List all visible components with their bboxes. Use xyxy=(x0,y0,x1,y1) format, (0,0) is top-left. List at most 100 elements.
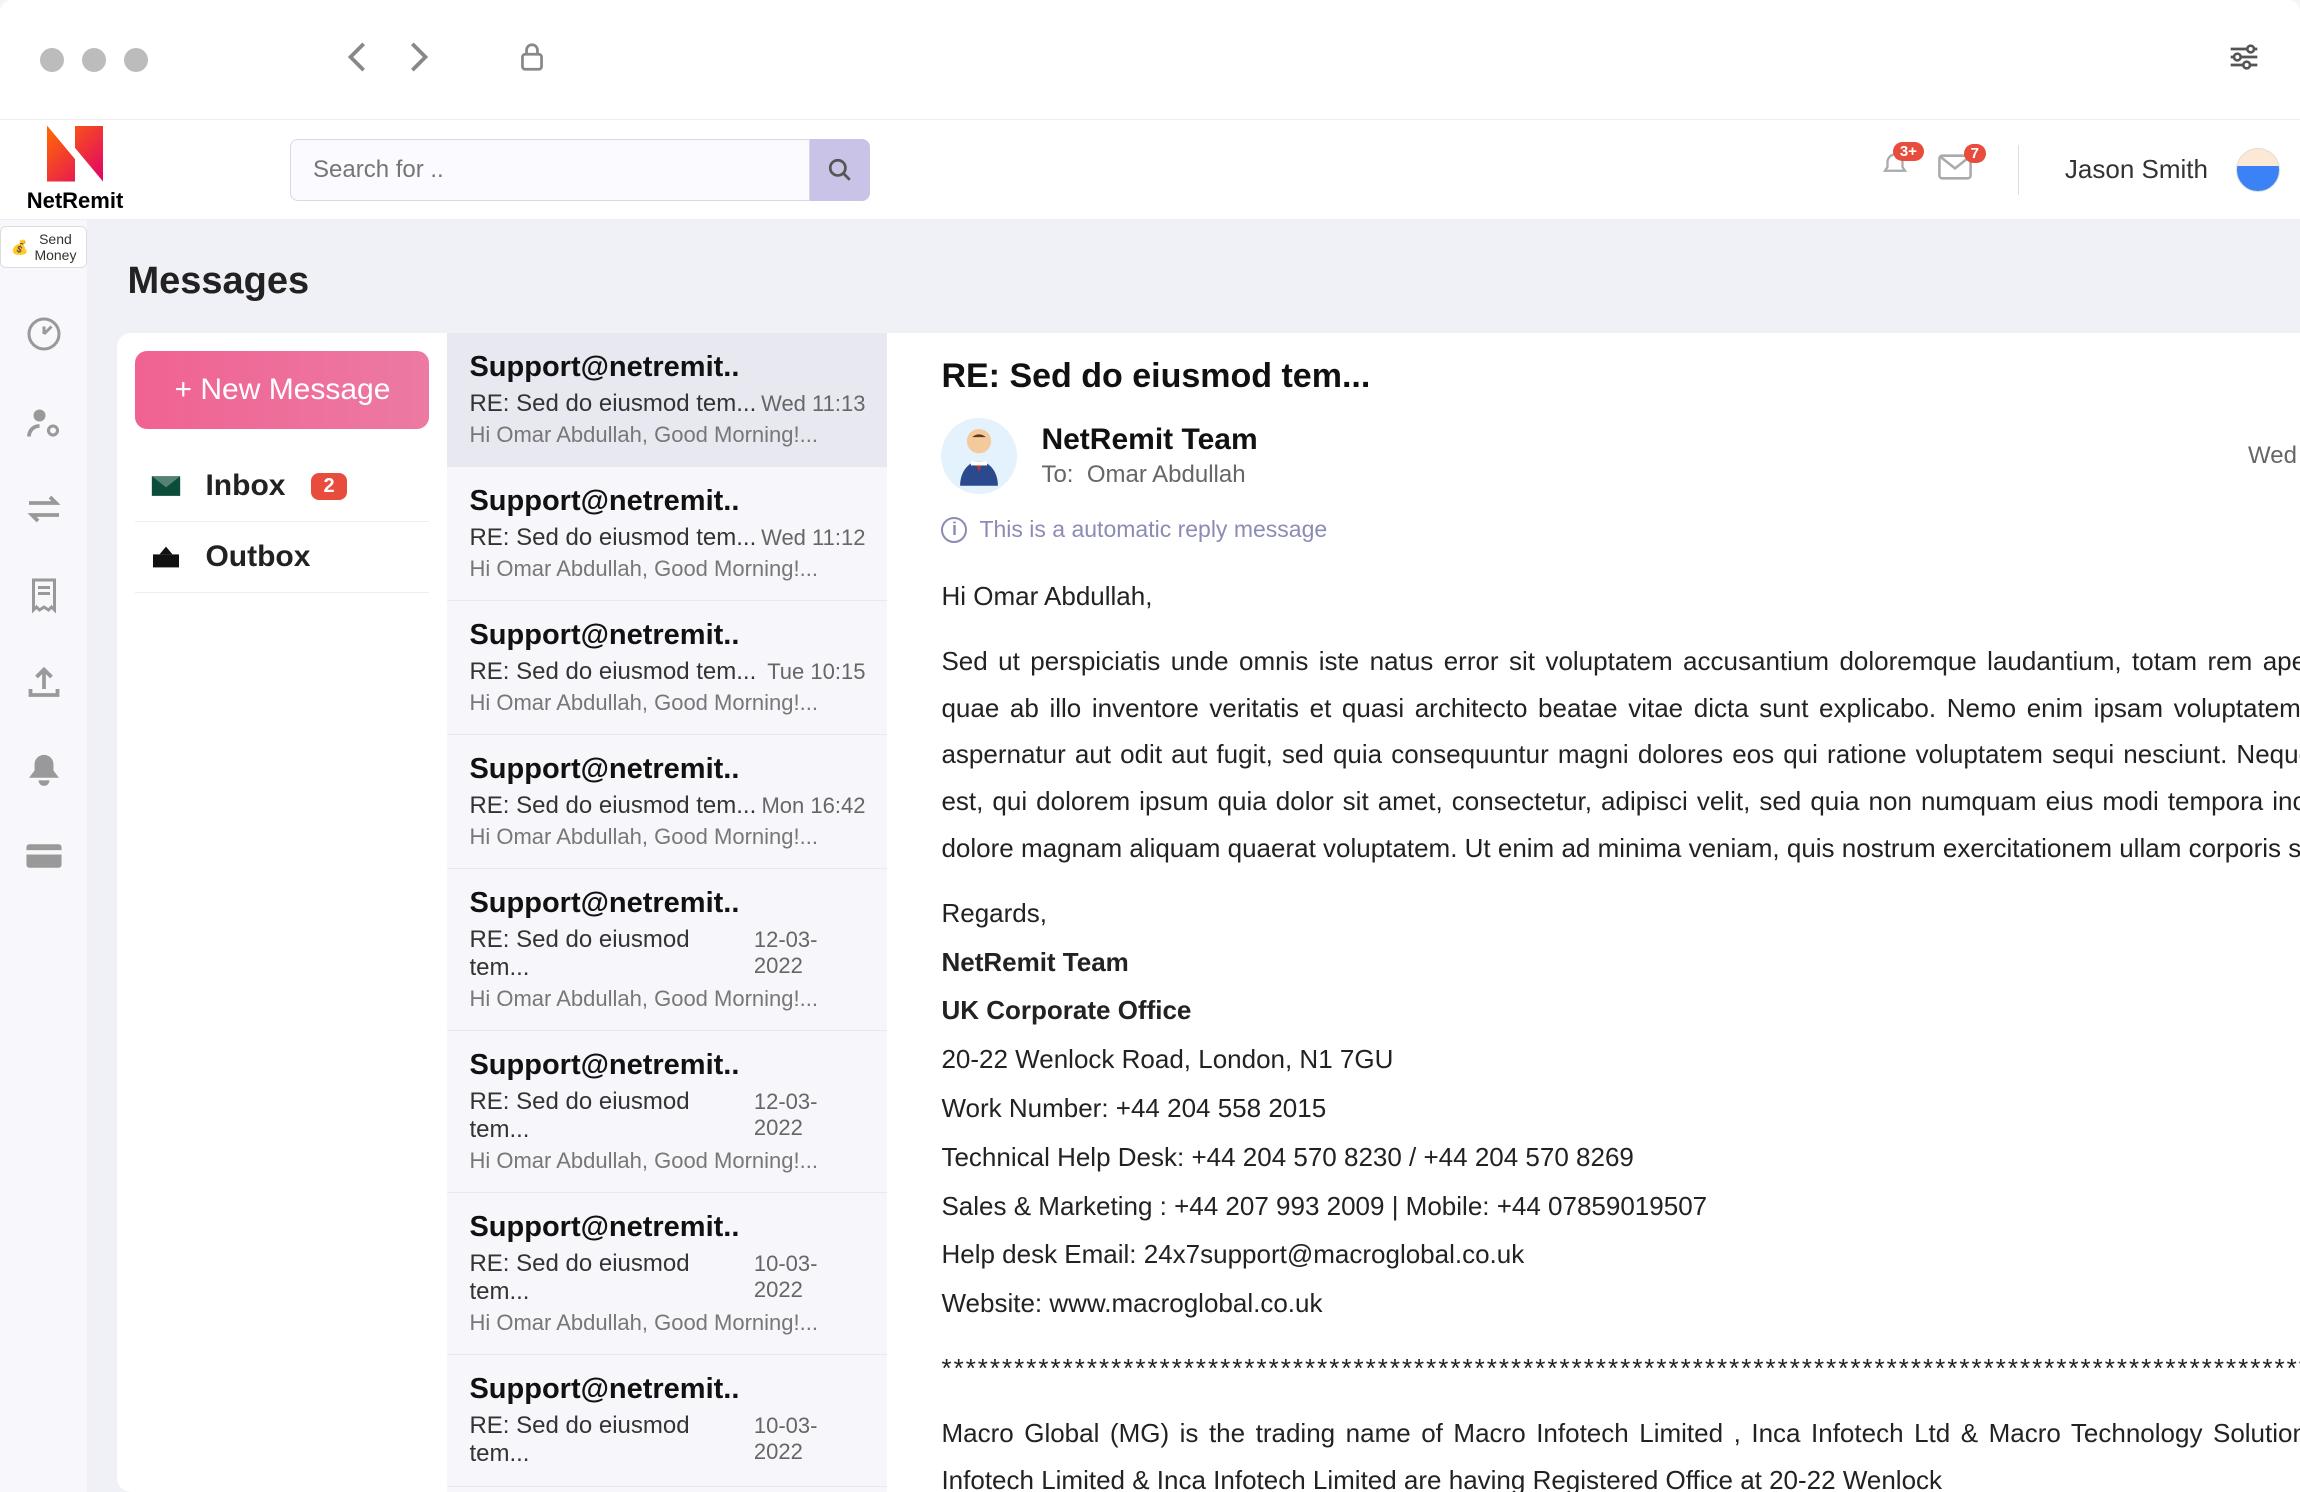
body-text: Sed ut perspiciatis unde omnis iste natu… xyxy=(941,638,2300,872)
avatar[interactable] xyxy=(2236,148,2280,192)
dashboard-icon[interactable] xyxy=(26,316,62,357)
msg-subject: RE: Sed do eiusmod tem... xyxy=(469,926,753,982)
footer-disclaimer: Macro Global (MG) is the trading name of… xyxy=(941,1410,2300,1492)
user-settings-icon[interactable] xyxy=(26,405,62,446)
receipt-icon[interactable] xyxy=(29,577,59,618)
sender-avatar-icon xyxy=(941,418,1017,494)
logo-text: NetRemit xyxy=(27,188,124,214)
msg-time: Tue 10:15 xyxy=(767,659,865,685)
msg-time: Wed 11:13 xyxy=(761,391,865,417)
msg-time: 10-03-2022 xyxy=(754,1413,866,1465)
logo[interactable]: NetRemit xyxy=(0,126,150,214)
office-title: UK Corporate Office xyxy=(941,987,2300,1034)
nav-back-icon[interactable] xyxy=(348,42,368,77)
lock-icon xyxy=(518,42,546,77)
outbox-icon xyxy=(149,544,183,570)
send-money-button[interactable]: 💰 Send Money xyxy=(0,226,87,268)
window-dot[interactable] xyxy=(40,48,64,72)
new-message-button[interactable]: + New Message xyxy=(135,351,429,429)
msg-time: Wed 11:12 xyxy=(761,525,865,551)
msg-subject: RE: Sed do eiusmod tem... xyxy=(469,658,756,686)
messages-panel: + New Message Inbox 2 Outbox Support@net… xyxy=(117,333,2300,1492)
msg-from: Support@netremit.. xyxy=(469,485,865,518)
outbox-label: Outbox xyxy=(205,540,310,574)
msg-subject: RE: Sed do eiusmod tem... xyxy=(469,792,756,820)
titlebar xyxy=(0,0,2300,120)
work-number: Work Number: +44 204 558 2015 xyxy=(941,1085,2300,1132)
logo-icon xyxy=(47,126,103,182)
recipient-name: Omar Abdullah xyxy=(1087,461,1246,488)
notifications-count: 3+ xyxy=(1893,142,1924,161)
message-item[interactable]: Support@netremit.. RE: Sed do eiusmod tem… xyxy=(447,1193,887,1355)
folder-inbox[interactable]: Inbox 2 xyxy=(135,451,429,522)
bell-icon[interactable] xyxy=(28,753,60,794)
msg-from: Support@netremit.. xyxy=(469,351,865,384)
window-dot[interactable] xyxy=(124,48,148,72)
msg-preview: Hi Omar Abdullah, Good Morning!... xyxy=(469,690,865,716)
sender-name: NetRemit Team xyxy=(1041,423,2224,457)
msg-from: Support@netremit.. xyxy=(469,1373,865,1406)
body-regards: Regards, xyxy=(941,890,2300,937)
message-item[interactable]: Support@netremit.. RE: Sed do eiusmod tem… xyxy=(447,1355,887,1487)
sales-contact: Sales & Marketing : +44 207 993 2009 | M… xyxy=(941,1183,2300,1230)
msg-preview: Hi Omar Abdullah, Good Morning!... xyxy=(469,422,865,448)
message-item[interactable]: Support@netremit.. RE: Sed do eiusmod tem… xyxy=(447,869,887,1031)
msg-time: 12-03-2022 xyxy=(754,1089,866,1141)
folder-pane: + New Message Inbox 2 Outbox xyxy=(117,333,447,1492)
search-icon xyxy=(827,157,853,183)
inbox-icon xyxy=(149,473,183,499)
transfer-icon[interactable] xyxy=(26,494,62,529)
inbox-count: 2 xyxy=(311,473,346,500)
msg-from: Support@netremit.. xyxy=(469,619,865,652)
message-reader: RE: Sed do eiusmod tem... NetRemit Team … xyxy=(887,333,2300,1492)
msg-from: Support@netremit.. xyxy=(469,1211,865,1244)
message-item[interactable]: Support@netremit.. RE: Sed do eiusmod tem… xyxy=(447,467,887,601)
msg-preview: Hi Omar Abdullah, Good Morning!... xyxy=(469,556,865,582)
message-item[interactable]: Support@netremit.. RE: Sed do eiusmod tem… xyxy=(447,333,887,467)
msg-subject: RE: Sed do eiusmod tem... xyxy=(469,1250,753,1306)
website: Website: www.macroglobal.co.uk xyxy=(941,1280,2300,1327)
settings-sliders-icon[interactable] xyxy=(2228,44,2260,75)
msg-time: Mon 16:42 xyxy=(761,793,865,819)
msg-preview: Hi Omar Abdullah, Good Morning!... xyxy=(469,1148,865,1174)
reader-subject: RE: Sed do eiusmod tem... xyxy=(941,357,2300,396)
search-button[interactable] xyxy=(810,139,870,201)
msg-from: Support@netremit.. xyxy=(469,753,865,786)
folder-outbox[interactable]: Outbox xyxy=(135,522,429,593)
card-icon[interactable] xyxy=(25,842,63,875)
msg-subject: RE: Sed do eiusmod tem... xyxy=(469,1412,753,1468)
inbox-label: Inbox xyxy=(205,469,285,503)
window-dot[interactable] xyxy=(82,48,106,72)
msg-subject: RE: Sed do eiusmod tem... xyxy=(469,1088,753,1144)
body-greeting: Hi Omar Abdullah, xyxy=(941,573,2300,620)
app-header: NetRemit 3+ 7 Jason Smith xyxy=(0,120,2300,220)
divider xyxy=(2018,145,2019,195)
msg-preview: Hi Omar Abdullah, Good Morning!... xyxy=(469,986,865,1012)
message-item[interactable]: Support@netremit.. RE: Sed do eiusmod tem… xyxy=(447,601,887,735)
msg-time: 10-03-2022 xyxy=(754,1251,866,1303)
tech-desk: Technical Help Desk: +44 204 570 8230 / … xyxy=(941,1134,2300,1181)
msg-from: Support@netremit.. xyxy=(469,887,865,920)
notifications-bell-icon[interactable]: 3+ xyxy=(1880,152,1910,187)
msg-preview: Hi Omar Abdullah, Good Morning!... xyxy=(469,824,865,850)
message-item[interactable]: Support@netremit.. RE: Sed do eiusmod tem… xyxy=(447,1031,887,1193)
msg-preview: Hi Omar Abdullah, Good Morning!... xyxy=(469,1310,865,1336)
mail-icon[interactable]: 7 xyxy=(1938,154,1972,185)
msg-subject: RE: Sed do eiusmod tem... xyxy=(469,524,756,552)
message-list[interactable]: Support@netremit.. RE: Sed do eiusmod tem… xyxy=(447,333,887,1492)
upload-icon[interactable] xyxy=(26,666,62,705)
office-address: 20-22 Wenlock Road, London, N1 7GU xyxy=(941,1036,2300,1083)
sidebar: 💰 Send Money xyxy=(0,220,87,1492)
nav-forward-icon[interactable] xyxy=(408,42,428,77)
message-date: Wed 23-03-2022 xyxy=(2248,442,2300,469)
body-team: NetRemit Team xyxy=(941,939,2300,986)
help-email: Help desk Email: 24x7support@macroglobal… xyxy=(941,1231,2300,1278)
msg-subject: RE: Sed do eiusmod tem... xyxy=(469,390,756,418)
search-input[interactable] xyxy=(290,139,810,201)
message-item[interactable]: Support@netremit.. RE: Sed do eiusmod tem… xyxy=(447,735,887,869)
window-controls xyxy=(40,48,148,72)
message-body: Hi Omar Abdullah, Sed ut perspiciatis un… xyxy=(941,573,2300,1492)
msg-from: Support@netremit.. xyxy=(469,1049,865,1082)
divider-stars: ****************************************… xyxy=(941,1345,2300,1392)
user-name[interactable]: Jason Smith xyxy=(2065,154,2208,185)
